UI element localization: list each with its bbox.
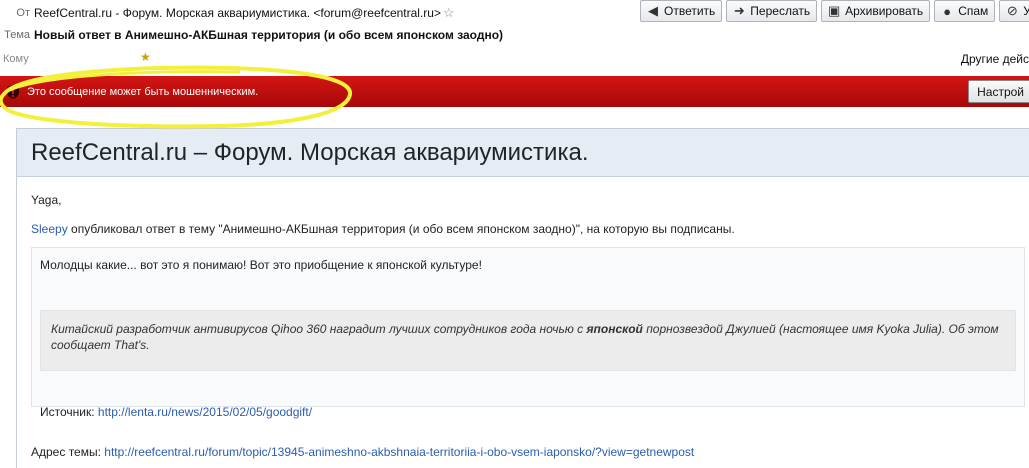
recipient-star-icon[interactable]: ★ [140,50,151,64]
source-line: Источник: http://lenta.ru/news/2015/02/0… [40,405,312,419]
forum-email-card: ReefCentral.ru – Форум. Морская аквариум… [16,128,1029,468]
post-text: Молодцы какие... вот это я понимаю! Вот … [40,258,482,272]
other-actions-menu[interactable]: Другие дейс [961,52,1029,66]
delete-button[interactable]: ⊘ У [999,0,1029,22]
address-label: Адрес темы: [31,445,105,459]
forum-title: ReefCentral.ru – Форум. Морская аквариум… [31,138,589,166]
forward-label: Переслать [750,4,811,18]
reply-button[interactable]: ◀ Ответить [640,0,723,22]
delete-icon: ⊘ [1006,3,1018,18]
nested-quote-text-before: Китайский разработчик антивирусов Qihoo … [51,322,587,336]
from-row: От ReefCentral.ru - Форум. Морская аквар… [0,4,455,22]
to-label: Кому [3,53,29,65]
archive-label: Архивировать [845,4,924,18]
reply-arrow-icon: ◀ [648,3,658,18]
scam-settings-button[interactable]: Настрой [968,80,1029,103]
to-row: Кому ★ Другие дейс [0,50,1029,68]
source-label: Источник: [40,405,98,419]
reply-label: Ответить [664,4,716,18]
scam-warning-bar: Это сообщение может быть мошенническим. … [0,76,1029,107]
archive-box-icon: ▣ [827,3,841,18]
quoted-post: Молодцы какие... вот это я понимаю! Вот … [31,247,1025,419]
spam-label: Спам [958,4,989,18]
topic-address-line: Адрес темы: http://reefcentral.ru/forum/… [31,445,1029,459]
subject-label: Тема [4,29,30,41]
topic-address-link[interactable]: http://reefcentral.ru/forum/topic/13945-… [104,445,694,459]
forward-arrow-icon: ➜ [733,3,745,18]
shield-warning-icon [7,84,19,99]
nested-quote-bold: японской [586,322,643,336]
delete-label: У [1023,4,1029,18]
flame-icon: ● [943,3,952,19]
spam-button[interactable]: ● Спам [934,0,996,22]
message-toolbar: ◀ Ответить ➜ Переслать ▣ Архивировать ● … [640,0,1029,22]
subject-value: Новый ответ в Анимешно-АКБшная территори… [34,28,504,42]
nested-quote: Китайский разработчик антивирусов Qihoo … [40,310,1016,371]
scam-warning-text: Это сообщение может быть мошенническим. [27,85,259,98]
reply-notice: Sleepy опубликовал ответ в тему "Анимешн… [31,222,1029,236]
notice-text: опубликовал ответ в тему "Анимешно-АКБшн… [67,222,735,236]
forum-title-bar: ReefCentral.ru – Форум. Морская аквариум… [17,129,1029,177]
star-icon[interactable]: ☆ [443,5,455,21]
from-label: От [16,7,30,19]
subject-row: Тема Новый ответ в Анимешно-АКБшная терр… [0,26,503,44]
source-link[interactable]: http://lenta.ru/news/2015/02/05/goodgift… [98,405,312,419]
message-content: Yaga, Sleepy опубликовал ответ в тему "А… [17,177,1029,459]
message-header: От ReefCentral.ru - Форум. Морская аквар… [0,0,1029,76]
user-link[interactable]: Sleepy [31,222,68,236]
archive-button[interactable]: ▣ Архивировать [821,0,931,22]
from-value[interactable]: ReefCentral.ru - Форум. Морская аквариум… [34,6,441,20]
forward-button[interactable]: ➜ Переслать [726,0,818,22]
greeting: Yaga, [31,193,62,207]
